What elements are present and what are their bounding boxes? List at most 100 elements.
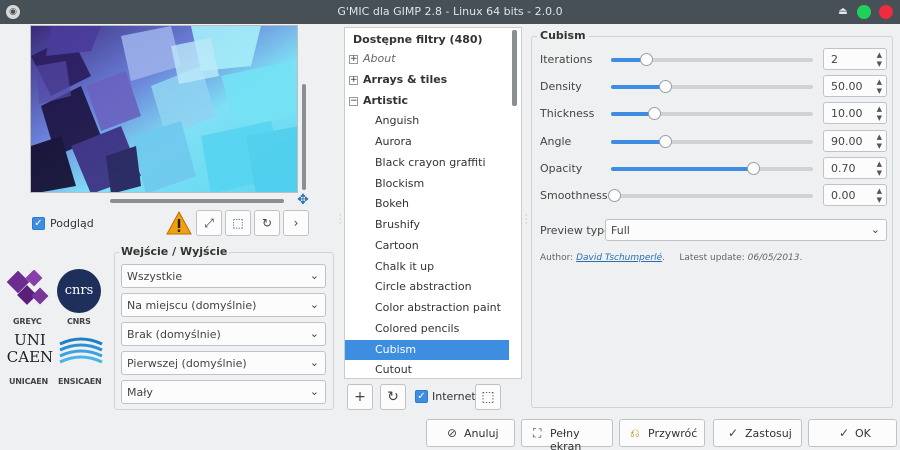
smoothness-spinbox[interactable]: 0.00 ▲ ▼ xyxy=(823,184,887,206)
chevron-down-icon: ⌄ xyxy=(309,327,319,340)
cancel-icon: ⊘ xyxy=(447,426,458,440)
spin-up-icon[interactable]: ▲ xyxy=(877,187,882,195)
filter-category-about[interactable]: About xyxy=(345,49,509,69)
density-spinbox[interactable]: 50.00 ▲ ▼ xyxy=(823,75,887,97)
ok-button[interactable]: ✓ OK xyxy=(808,419,897,447)
filter-category-artistic[interactable]: Artistic xyxy=(345,91,509,111)
restore-icon: ⎌ xyxy=(630,426,640,440)
input-output-title: Wejście / Wyjście xyxy=(119,245,230,258)
check-icon: ✓ xyxy=(728,426,739,440)
update-filters-button[interactable]: ↻ xyxy=(380,384,406,410)
filter-item[interactable]: Cartoon xyxy=(345,236,509,256)
param-label: Iterations xyxy=(540,53,593,66)
spin-down-icon[interactable]: ▼ xyxy=(877,196,882,204)
zoom-fit-button[interactable]: ⤢ xyxy=(196,210,222,236)
preview-horizontal-scrollbar[interactable] xyxy=(110,199,284,203)
param-label: Thickness xyxy=(540,107,595,120)
opacity-slider[interactable] xyxy=(611,162,813,175)
cancel-button[interactable]: ⊘ Anuluj xyxy=(426,419,515,447)
fullscreen-button[interactable]: ⛶ Pełny ekran xyxy=(521,419,613,450)
check-icon: ✓ xyxy=(839,426,850,440)
input-layers-select[interactable]: Wszystkie ⌄ xyxy=(121,264,326,288)
filter-item[interactable]: Cutout xyxy=(345,360,509,378)
move-icon[interactable]: ✥ xyxy=(296,193,310,207)
iterations-slider[interactable] xyxy=(611,53,813,66)
internet-checkbox[interactable]: ✓ xyxy=(415,390,428,403)
preview-vertical-scrollbar[interactable] xyxy=(302,84,306,190)
preview-size-select[interactable]: Mały ⌄ xyxy=(121,380,326,404)
param-label: Opacity xyxy=(540,162,583,175)
smoothness-slider[interactable] xyxy=(608,189,813,202)
preview-cubism-image xyxy=(31,26,297,192)
preview-checkbox[interactable]: ✓ xyxy=(32,217,45,230)
filter-item[interactable]: Circle abstraction xyxy=(345,277,509,297)
minimize-icon[interactable]: ⏏ xyxy=(836,5,850,19)
ensicaen-logo xyxy=(59,337,103,364)
filter-item[interactable]: Aurora xyxy=(345,132,509,152)
add-filter-button[interactable]: + xyxy=(347,384,373,410)
greyc-logo xyxy=(6,270,49,305)
filter-category-arrays-tiles[interactable]: Arrays & tiles xyxy=(345,70,509,90)
spin-down-icon[interactable]: ▼ xyxy=(877,169,882,177)
chevron-down-icon: ⌄ xyxy=(309,385,319,398)
unicaen-logo: UNI CAEN xyxy=(6,331,54,366)
param-label: Smoothness xyxy=(540,189,608,202)
next-button[interactable]: › xyxy=(283,210,309,236)
restore-button[interactable]: ⎌ Przywróć xyxy=(619,419,705,447)
filter-tree-scrollbar[interactable] xyxy=(512,30,517,106)
spin-down-icon[interactable]: ▼ xyxy=(877,142,882,150)
spin-up-icon[interactable]: ▲ xyxy=(877,78,882,86)
filter-item[interactable]: Blockism xyxy=(345,174,509,194)
spin-up-icon[interactable]: ▲ xyxy=(877,133,882,141)
cnrs-label: CNRS xyxy=(67,317,91,326)
close-button[interactable] xyxy=(879,5,893,19)
opacity-spinbox[interactable]: 0.70 ▲ ▼ xyxy=(823,157,887,179)
angle-slider[interactable] xyxy=(611,135,813,148)
angle-spinbox[interactable]: 90.00 ▲ ▼ xyxy=(823,130,887,152)
filter-item[interactable]: Anguish xyxy=(345,111,509,131)
filter-name-title: Cubism xyxy=(537,29,589,42)
preview-mode-select[interactable]: Pierwszej (domyślnie) ⌄ xyxy=(121,351,326,375)
left-splitter-handle[interactable]: · · · xyxy=(339,212,342,228)
warning-icon xyxy=(166,210,192,235)
internet-checkbox-label: Internet xyxy=(432,390,476,403)
spin-down-icon[interactable]: ▼ xyxy=(877,60,882,68)
filter-item[interactable]: Brushify xyxy=(345,215,509,235)
filter-item-selected[interactable]: Cubism xyxy=(345,340,509,360)
spin-up-icon[interactable]: ▲ xyxy=(877,51,882,59)
filter-tree[interactable]: Dostępne filtry (480) + About + Arrays &… xyxy=(344,27,522,379)
filter-item[interactable]: Bokeh xyxy=(345,194,509,214)
chevron-down-icon: ⌄ xyxy=(309,269,319,282)
thickness-spinbox[interactable]: 10.00 ▲ ▼ xyxy=(823,102,887,124)
slider-handle[interactable] xyxy=(658,80,672,93)
fullscreen-preview-button[interactable]: ⬚ xyxy=(475,384,501,410)
filter-item[interactable]: Black crayon graffiti xyxy=(345,153,509,173)
right-splitter-handle[interactable]: · · · xyxy=(525,212,528,228)
zoom-original-button[interactable]: ⬚ xyxy=(225,210,251,236)
refresh-preview-button[interactable]: ↻ xyxy=(254,210,280,236)
slider-handle[interactable] xyxy=(658,135,672,148)
chevron-down-icon: ⌄ xyxy=(309,298,319,311)
slider-handle[interactable] xyxy=(608,189,621,202)
preview-image[interactable] xyxy=(30,25,298,193)
filter-item[interactable]: Color abstraction paint xyxy=(345,298,509,318)
window-title: G'MIC dla GIMP 2.8 - Linux 64 bits - 2.0… xyxy=(337,5,563,18)
thickness-slider[interactable] xyxy=(611,107,813,120)
iterations-spinbox[interactable]: 2 ▲ ▼ xyxy=(823,48,887,70)
density-slider[interactable] xyxy=(611,80,813,93)
chevron-down-icon: ⌄ xyxy=(309,356,319,369)
maximize-button[interactable] xyxy=(857,5,871,19)
output-mode-select[interactable]: Na miejscu (domyślnie) ⌄ xyxy=(121,293,326,317)
filter-item[interactable]: Chalk it up xyxy=(345,257,509,277)
chevron-down-icon: ⌄ xyxy=(870,223,880,236)
spin-up-icon[interactable]: ▲ xyxy=(877,105,882,113)
spin-up-icon[interactable]: ▲ xyxy=(877,160,882,168)
author-link[interactable]: David Tschumperlé xyxy=(576,253,662,263)
output-messages-select[interactable]: Brak (domyślnie) ⌄ xyxy=(121,322,326,346)
filter-item[interactable]: Colored pencils xyxy=(345,319,509,339)
preview-type-select[interactable]: Full ⌄ xyxy=(605,219,887,241)
preview-checkbox-label: Podgląd xyxy=(50,217,94,230)
apply-button[interactable]: ✓ Zastosuj xyxy=(713,419,802,447)
spin-down-icon[interactable]: ▼ xyxy=(877,87,882,95)
spin-down-icon[interactable]: ▼ xyxy=(877,114,882,122)
